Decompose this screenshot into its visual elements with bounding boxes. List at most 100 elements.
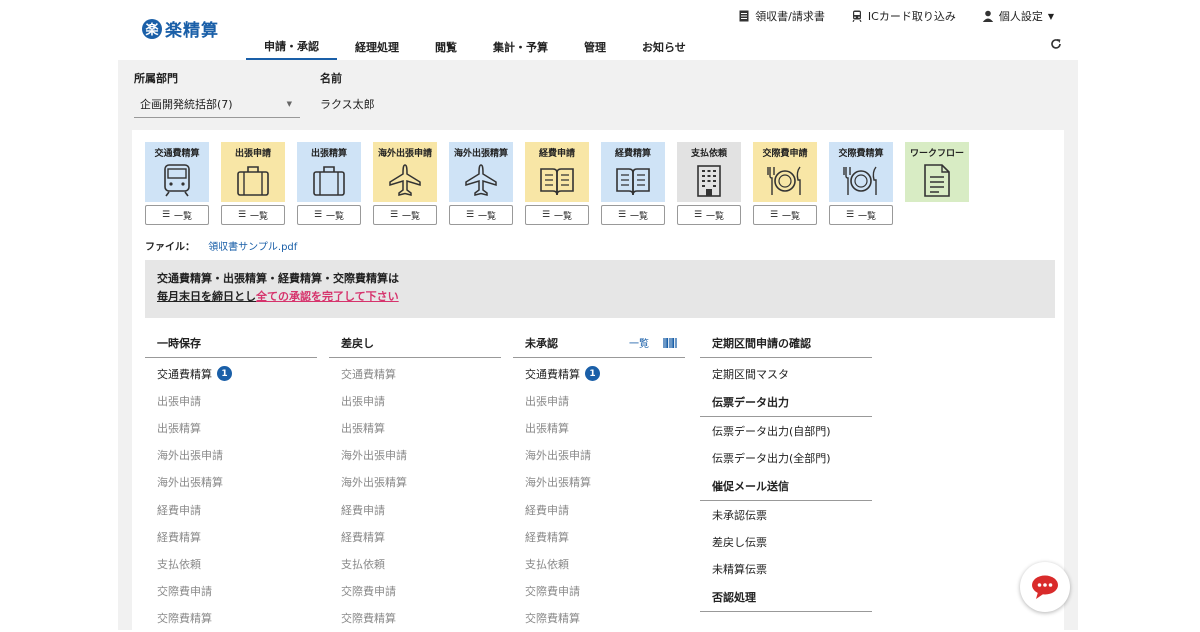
side-link[interactable]: 差戻し伝票	[700, 528, 872, 555]
list-item-label: 出張精算	[525, 421, 569, 435]
list-item[interactable]: 海外出張申請	[145, 442, 317, 469]
chat-bubble-icon	[1032, 575, 1058, 599]
list-item-label: 出張精算	[157, 421, 201, 435]
receipt-link[interactable]: 領収書/請求書	[738, 8, 825, 24]
list-item[interactable]: 経費精算	[145, 523, 317, 550]
list-item[interactable]: 海外出張申請	[329, 442, 501, 469]
tile-8-list-button[interactable]: ☰ 一覧	[753, 205, 817, 225]
tile-6-list-button[interactable]: ☰ 一覧	[601, 205, 665, 225]
list-item[interactable]: 海外出張申請	[513, 442, 685, 469]
side-panel-title: 定期区間申請の確認	[700, 328, 872, 358]
list-item[interactable]: 交際費申請	[329, 578, 501, 605]
notice-line1: 交通費精算・出張精算・経費精算・交際費精算は	[157, 272, 399, 285]
list-item[interactable]: 海外出張精算	[513, 469, 685, 496]
list-item-label: 出張申請	[157, 394, 201, 408]
tile-5-list-button[interactable]: ☰ 一覧	[525, 205, 589, 225]
list-item-label: 交際費申請	[157, 585, 212, 599]
side-link[interactable]: 定期区間マスタ	[700, 360, 872, 387]
tile-8-button[interactable]: 交際費申請	[753, 142, 817, 202]
app-tile: 交際費申請 ☰ 一覧	[753, 142, 817, 225]
list-item-label: 交通費精算	[341, 367, 396, 381]
tile-0-button[interactable]: 交通費精算	[145, 142, 209, 202]
list-icon: ☰	[161, 210, 171, 220]
list-view-link[interactable]: 一覧	[629, 335, 649, 350]
airplane-icon	[389, 164, 421, 196]
side-section: 否認処理	[700, 582, 872, 612]
list-item[interactable]: 支払依頼	[145, 550, 317, 577]
list-item[interactable]: 海外出張精算	[329, 469, 501, 496]
list-item[interactable]: 交際費精算	[329, 605, 501, 632]
tile-0-list-button[interactable]: ☰ 一覧	[145, 205, 209, 225]
list-item[interactable]: 経費精算	[329, 523, 501, 550]
tile-1-list-button[interactable]: ☰ 一覧	[221, 205, 285, 225]
tab-browse[interactable]: 閲覧	[417, 34, 475, 60]
list-item[interactable]: 出張申請	[145, 387, 317, 414]
list-item[interactable]: 経費精算	[513, 523, 685, 550]
column-header: 一時保存	[145, 328, 317, 358]
tile-10-button[interactable]: ワークフロー	[905, 142, 969, 202]
list-icon: ☰	[465, 210, 475, 220]
list-item[interactable]: 出張精算	[513, 414, 685, 441]
list-item[interactable]: 出張申請	[329, 387, 501, 414]
side-section-head: 伝票データ出力	[700, 387, 872, 417]
tab-admin[interactable]: 管理	[566, 34, 624, 60]
chat-button[interactable]	[1020, 562, 1070, 612]
list-item[interactable]: 出張申請	[513, 387, 685, 414]
list-item[interactable]: 海外出張精算	[145, 469, 317, 496]
list-item[interactable]: 交際費申請	[145, 578, 317, 605]
personal-settings-menu[interactable]: 個人設定 ▼	[982, 8, 1054, 24]
receipt-link-label: 領収書/請求書	[755, 10, 825, 23]
list-item[interactable]: 交通費精算 1	[513, 360, 685, 387]
list-item[interactable]: 交際費精算	[145, 605, 317, 632]
tile-7-list-button[interactable]: ☰ 一覧	[677, 205, 741, 225]
tile-label: 交通費精算	[154, 149, 200, 159]
side-link[interactable]: 伝票データ出力(自部門)	[700, 417, 872, 444]
tile-4-list-button[interactable]: ☰ 一覧	[449, 205, 513, 225]
tab-accounting[interactable]: 経理処理	[337, 34, 417, 60]
dining-icon	[767, 166, 801, 195]
list-item[interactable]: 経費申請	[329, 496, 501, 523]
list-item[interactable]: 出張精算	[329, 414, 501, 441]
list-item[interactable]: 支払依頼	[329, 550, 501, 577]
list-item-label: 経費申請	[525, 503, 569, 517]
tile-9-button[interactable]: 交際費精算	[829, 142, 893, 202]
tile-5-button[interactable]: 経費申請	[525, 142, 589, 202]
list-item[interactable]: 交通費精算	[329, 360, 501, 387]
tab-aggregation-budget[interactable]: 集計・予算	[475, 34, 566, 60]
tile-2-list-button[interactable]: ☰ 一覧	[297, 205, 361, 225]
app-tile: 交通費精算 ☰ 一覧	[145, 142, 209, 225]
list-item[interactable]: 交際費精算	[513, 605, 685, 632]
tile-4-button[interactable]: 海外出張精算	[449, 142, 513, 202]
list-item[interactable]: 交際費申請	[513, 578, 685, 605]
tile-1-button[interactable]: 出張申請	[221, 142, 285, 202]
tile-9-list-button[interactable]: ☰ 一覧	[829, 205, 893, 225]
tab-notice[interactable]: お知らせ	[624, 34, 704, 60]
list-item[interactable]: 交通費精算 1	[145, 360, 317, 387]
tile-7-button[interactable]: 支払依頼	[677, 142, 741, 202]
tile-6-button[interactable]: 経費精算	[601, 142, 665, 202]
list-item-label: 海外出張申請	[525, 449, 591, 463]
list-item-label: 支払依頼	[525, 557, 569, 571]
side-link[interactable]: 未精算伝票	[700, 555, 872, 582]
tile-label: 海外出張申請	[377, 149, 432, 159]
list-item[interactable]: 経費申請	[145, 496, 317, 523]
refresh-icon[interactable]	[1050, 38, 1062, 50]
list-item-label: 経費申請	[157, 503, 201, 517]
tile-3-list-button[interactable]: ☰ 一覧	[373, 205, 437, 225]
side-link[interactable]: 未承認伝票	[700, 501, 872, 528]
list-item-label: 経費申請	[341, 503, 385, 517]
tile-3-button[interactable]: 海外出張申請	[373, 142, 437, 202]
file-link[interactable]: 領収書サンプル.pdf	[208, 242, 297, 253]
side-link[interactable]: 伝票データ出力(全部門)	[700, 444, 872, 471]
logo[interactable]: 楽 楽精算	[142, 16, 219, 41]
tile-2-button[interactable]: 出張精算	[297, 142, 361, 202]
app-tile: 出張申請 ☰ 一覧	[221, 142, 285, 225]
tab-application-approval[interactable]: 申請・承認	[246, 34, 337, 60]
barcode-icon[interactable]	[663, 337, 677, 348]
ic-card-link[interactable]: ICカード取り込み	[851, 8, 956, 24]
tile-label: 経費申請	[538, 149, 575, 159]
list-item[interactable]: 支払依頼	[513, 550, 685, 577]
list-item[interactable]: 経費申請	[513, 496, 685, 523]
list-item[interactable]: 出張精算	[145, 414, 317, 441]
dept-select[interactable]: 企画開発統括部(7) ▼	[134, 90, 300, 118]
